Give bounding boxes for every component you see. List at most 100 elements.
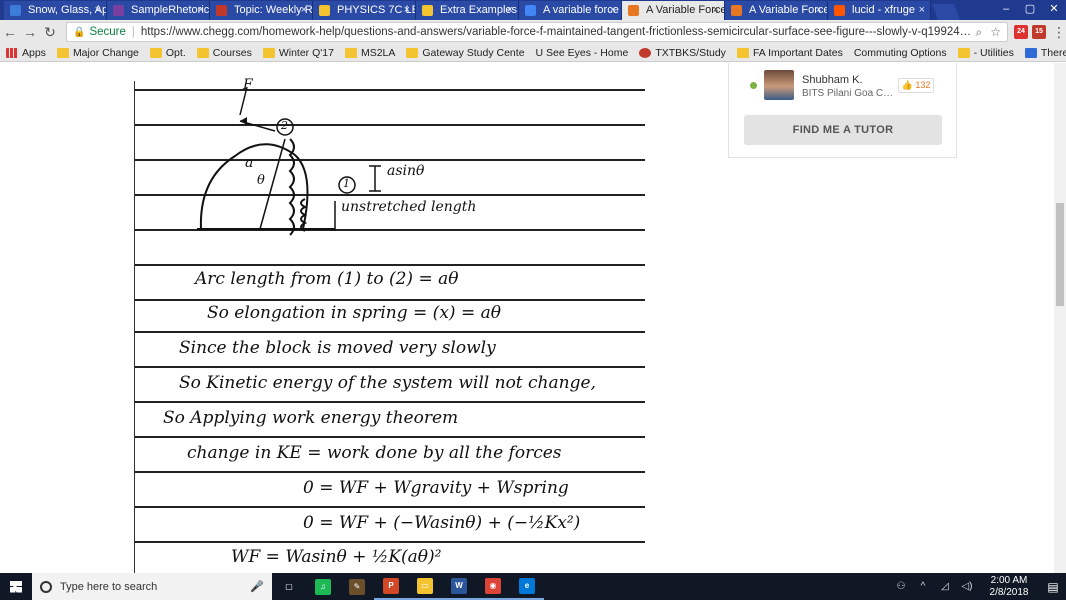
secure-label: Secure (89, 26, 126, 38)
taskbar-app-task-view[interactable]: ▢ (272, 573, 306, 600)
network-icon[interactable]: ◿ (934, 581, 956, 592)
browser-tab[interactable]: A Variable Force × (622, 1, 725, 20)
force-label: F (243, 77, 253, 93)
bookmark-item[interactable]: Commuting Options (854, 47, 947, 59)
tray-chevron-icon[interactable]: ^ (912, 581, 934, 592)
browser-tab[interactable]: A Variable Force × (725, 1, 828, 20)
forward-icon[interactable]: → (20, 24, 40, 40)
bookmark-item[interactable]: Opt. (149, 47, 186, 59)
bookmark-item[interactable]: Major Change (56, 47, 139, 59)
window-controls: – ▢ ✕ (994, 0, 1066, 20)
address-bar[interactable]: 🔒 Secure | https://www.chegg.com/homewor… (66, 22, 1008, 42)
tutor-name[interactable]: Shubham K. (802, 74, 863, 86)
bookmark-item[interactable]: MS2LA (344, 47, 395, 59)
volume-icon[interactable]: ◁) (956, 581, 978, 592)
bookmark-item[interactable]: U See Eyes - Home (536, 47, 629, 59)
bookmark-item[interactable]: TXTBKS/Study (639, 47, 726, 59)
browser-tab[interactable]: SampleRhetoric × (107, 1, 210, 20)
chrome-icon: ◉ (485, 577, 501, 594)
maximize-icon[interactable]: ▢ (1018, 0, 1042, 20)
address-separator: | (131, 26, 135, 38)
microphone-icon[interactable]: 🎤 (250, 580, 264, 593)
close-tab-icon[interactable]: × (713, 1, 719, 20)
solution-line: WF = Wasinθ + ½K(aθ)² (231, 547, 442, 567)
close-tab-icon[interactable]: × (816, 1, 822, 20)
taskbar-apps: ▢ ♫ ✎ P ▭ W ◉ e (272, 573, 544, 600)
browser-tab[interactable]: Topic: Weekly Re × (210, 1, 313, 20)
windows-logo-icon (10, 580, 22, 593)
taskbar-app-powerpoint[interactable]: P (374, 573, 408, 600)
browser-menu-icon[interactable]: ⋮ (1052, 24, 1066, 41)
url-text: https://www.chegg.com/homework-help/ques… (140, 26, 976, 38)
scrollbar-thumb[interactable] (1056, 203, 1064, 306)
bookmark-item[interactable]: Apps (6, 47, 46, 59)
notification-center-icon[interactable]: ▤ (1040, 580, 1066, 594)
notebook-rule (135, 331, 645, 333)
bookmark-item[interactable]: Winter Q'17 (262, 47, 334, 59)
page-scrollbar[interactable] (1054, 63, 1066, 573)
browser-tab[interactable]: Extra Examples × (416, 1, 519, 20)
taskbar-app-spotify[interactable]: ♫ (306, 573, 340, 600)
close-tab-icon[interactable]: × (301, 1, 307, 20)
chegg-icon (628, 5, 639, 16)
bookmark-label: TXTBKS/Study (655, 46, 726, 59)
notebook-rule (135, 401, 645, 403)
angle-label: θ (257, 173, 265, 188)
bookmark-label: FA Important Dates (752, 46, 843, 59)
height-label: asinθ (387, 163, 425, 179)
bookmark-item[interactable]: There - Google Docs (1024, 47, 1066, 59)
folder-icon (262, 47, 275, 58)
close-window-icon[interactable]: ✕ (1042, 0, 1066, 20)
new-tab-button[interactable] (932, 4, 960, 20)
bookmark-item[interactable]: Courses (196, 46, 252, 59)
solution-line: So Kinetic energy of the system will not… (179, 373, 596, 393)
apps-grid-icon (6, 47, 18, 58)
zoom-icon[interactable]: ⌕ (976, 25, 983, 40)
close-tab-icon[interactable]: × (198, 1, 204, 20)
bookmark-item[interactable]: - Utilities (957, 47, 1014, 59)
close-tab-icon[interactable]: × (404, 1, 410, 20)
bookmark-item[interactable]: Gateway Study Cente (406, 47, 525, 59)
people-icon[interactable]: ⚇ (890, 581, 912, 592)
tutor-card: Shubham K. BITS Pilani Goa Cam... 👍 132 … (728, 63, 957, 158)
close-tab-icon[interactable]: × (610, 1, 616, 20)
tab-label: lucid - xfruge (852, 4, 915, 16)
browser-tab[interactable]: PHYSICS 7C LEC× (313, 1, 416, 20)
avatar[interactable] (764, 70, 794, 100)
notebook-rule (135, 541, 645, 543)
soundcloud-icon (834, 5, 845, 16)
browser-tab[interactable]: lucid - xfruge × (828, 1, 931, 20)
taskbar-app-chrome[interactable]: ◉ (476, 573, 510, 600)
likes-count: 132 (915, 80, 931, 90)
taskbar-clock[interactable]: 2:00 AM 2/8/2018 (978, 575, 1040, 599)
taskbar-app-file-explorer[interactable]: ▭ (408, 573, 442, 600)
minimize-icon[interactable]: – (994, 0, 1018, 20)
browser-tab[interactable]: A variable force × (519, 1, 622, 20)
shopping-icon (10, 5, 21, 16)
bookmark-page-icon (639, 47, 652, 58)
reload-icon[interactable]: ↻ (40, 24, 60, 41)
extension-red-icon[interactable]: 15 (1032, 25, 1046, 39)
bookmark-star-icon[interactable]: ☆ (990, 25, 1001, 40)
back-icon[interactable]: ← (0, 24, 20, 40)
notebook-rule (135, 471, 645, 473)
taskbar-search[interactable]: Type here to search 🎤 (32, 573, 272, 600)
extension-app-icon[interactable]: 24 (1014, 25, 1028, 39)
close-tab-icon[interactable]: × (95, 1, 101, 20)
taskbar-app-word[interactable]: W (442, 573, 476, 600)
taskbar-app-feather-app[interactable]: ✎ (340, 573, 374, 600)
bookmark-item[interactable]: FA Important Dates (736, 46, 843, 59)
find-tutor-button[interactable]: FIND ME A TUTOR (744, 115, 942, 145)
start-button[interactable] (0, 573, 32, 600)
bookmark-label: Courses (212, 46, 252, 59)
google-icon (525, 5, 536, 16)
bookmarks-bar: Apps Major Change Opt. Courses Winter Q'17 MS… (0, 44, 1066, 62)
close-tab-icon[interactable]: × (507, 1, 513, 20)
search-placeholder: Type here to search (60, 580, 158, 593)
browser-tab[interactable]: Snow, Glass, Ap × (4, 1, 107, 20)
folder-icon (736, 47, 749, 58)
page-content: F a θ asinθ 1 2 unstretched length Arc l… (0, 63, 1066, 573)
close-tab-icon[interactable]: × (919, 1, 925, 20)
taskbar-app-edge[interactable]: e (510, 573, 544, 600)
tab-strip: Snow, Glass, Ap × SampleRhetoric × Topic: We… (0, 0, 1066, 20)
